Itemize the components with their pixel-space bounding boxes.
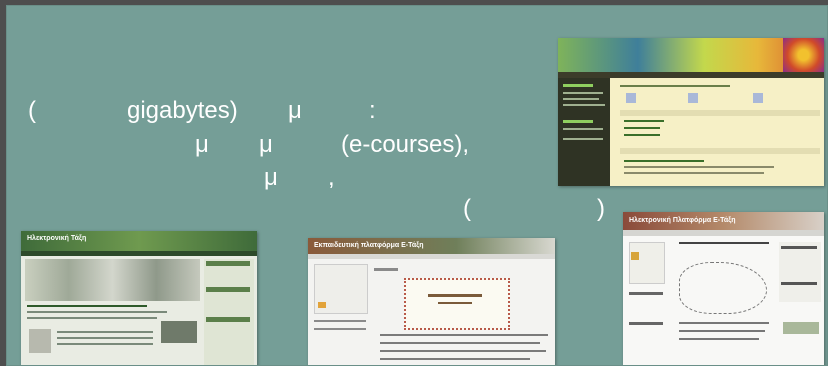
certificate-image [404, 278, 510, 330]
content-line [679, 330, 765, 332]
table-header [620, 148, 820, 154]
person-photo [29, 329, 51, 353]
site-title: Ηλεκτρονική Τάξη [27, 235, 87, 242]
icon-box [626, 93, 636, 103]
content-line [374, 268, 398, 271]
menu-line [563, 138, 603, 140]
comma-text: , [328, 164, 335, 191]
menu-line [563, 120, 593, 123]
site-title: Ηλεκτρονική Πλατφόρμα Ε-Τάξη [629, 217, 736, 224]
legend-box [783, 322, 819, 334]
content-line [314, 328, 366, 330]
mu-text-4: μ [264, 164, 278, 191]
nav-bar [21, 251, 257, 256]
paren-open-2: ( [463, 195, 471, 222]
right-column [779, 242, 821, 302]
gigabytes-text: gigabytes) [127, 97, 238, 124]
icon-box [688, 93, 698, 103]
menu-line [563, 84, 593, 87]
column-header [206, 317, 250, 322]
map-illustration [679, 262, 767, 314]
content-line [624, 127, 660, 129]
site-title: Εκπαιδευτική πλατφόρμα Ε-Τάξη [314, 242, 424, 249]
nav-bar [623, 230, 824, 236]
content-line [57, 343, 153, 345]
content-line [781, 246, 817, 249]
column-header [206, 287, 250, 292]
content-line [629, 292, 663, 295]
content-line [380, 350, 546, 352]
content-line [679, 338, 759, 340]
screenshot-thumbnail-map: Ηλεκτρονική Πλατφόρμα Ε-Τάξη [623, 212, 824, 365]
content-line [679, 322, 769, 324]
content-line [781, 282, 817, 285]
mu-text-1: μ [288, 97, 302, 124]
content-line [57, 331, 153, 333]
content-line [380, 334, 548, 336]
content-line [624, 172, 764, 174]
icon-box [753, 93, 763, 103]
calendar-marker [631, 252, 639, 260]
screenshot-thumbnail-etaxi: Εκπαιδευτική πλατφόρμα Ε-Τάξη [308, 238, 555, 365]
content-line [624, 134, 660, 136]
column-header [206, 261, 250, 266]
colon-text: : [369, 97, 376, 124]
screenshot-thumbnail-eclass [558, 38, 824, 186]
mu-text-2: μ [195, 131, 209, 158]
content-line [57, 337, 153, 339]
content-line [679, 242, 769, 244]
paren-open-1: ( [28, 97, 36, 124]
ecourses-text: (e-courses), [341, 131, 470, 158]
content-line [624, 160, 704, 162]
menu-line [563, 128, 603, 130]
content-line [624, 166, 774, 168]
content-line [629, 322, 663, 325]
table-header [620, 110, 820, 116]
screenshot-thumbnail-green-site: Ηλεκτρονική Τάξη [21, 231, 257, 365]
content-line [380, 358, 530, 360]
content-line [27, 311, 167, 313]
mu-text-3: μ [259, 131, 273, 158]
menu-line [563, 98, 599, 100]
certificate-text [428, 294, 482, 297]
certificate-text [438, 302, 472, 304]
menu-line [563, 104, 605, 106]
content-line [380, 342, 540, 344]
menu-line [563, 92, 603, 94]
content-line [620, 85, 730, 87]
content-line [27, 305, 147, 307]
left-menu [558, 78, 610, 186]
flower-graphic [783, 38, 824, 72]
calendar-marker [318, 302, 326, 308]
slide: ( gigabytes) μ : μ μ (e-courses), μ , ( … [6, 5, 828, 366]
paren-close-2: ) [597, 195, 605, 222]
content-line [624, 120, 664, 122]
right-column [204, 259, 254, 365]
nav-bar [308, 254, 555, 259]
content-line [314, 320, 366, 322]
content-line [27, 317, 157, 319]
calendar-widget [629, 242, 665, 284]
hero-photo [25, 259, 200, 301]
photo-grid [161, 321, 197, 343]
